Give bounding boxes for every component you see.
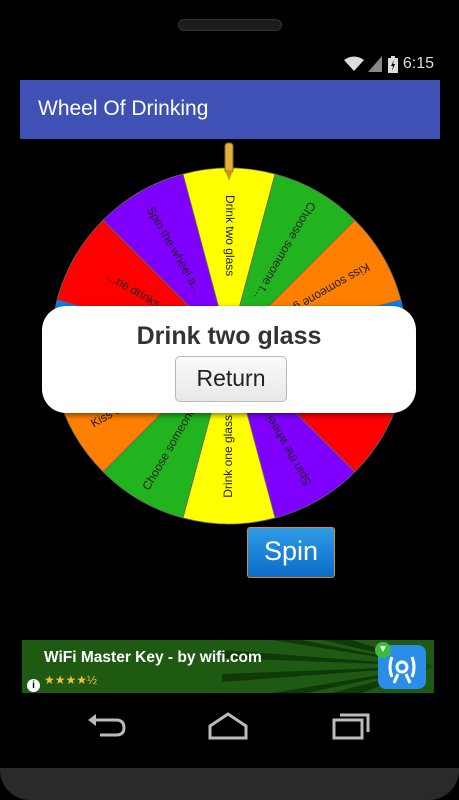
- navigation-bar: [20, 700, 440, 750]
- ad-rating-stars: ★★★★½: [44, 673, 98, 687]
- ad-info-icon[interactable]: i: [27, 679, 40, 692]
- back-icon[interactable]: [86, 710, 126, 740]
- return-button[interactable]: Return: [175, 356, 287, 402]
- home-icon[interactable]: [208, 710, 248, 740]
- ad-title: WiFi Master Key - by wifi.com: [44, 649, 262, 666]
- ad-install-icon[interactable]: ▼: [375, 642, 391, 658]
- result-text: Drink two glass: [136, 322, 322, 350]
- result-dialog: Drink two glass Return: [42, 306, 416, 413]
- phone-chin: [0, 768, 459, 800]
- wheel-segment-label: Drink one glass: [221, 415, 235, 498]
- prize-wheel[interactable]: Drink two glass Choose someone t...Kiss s…: [0, 0, 459, 560]
- recent-apps-icon[interactable]: [332, 710, 372, 740]
- spin-button[interactable]: Spin: [247, 527, 335, 578]
- ad-banner[interactable]: WiFi Master Key - by wifi.com ★★★★½ i ▼: [22, 640, 434, 693]
- wheel-segment-label: Drink two glass: [223, 195, 237, 276]
